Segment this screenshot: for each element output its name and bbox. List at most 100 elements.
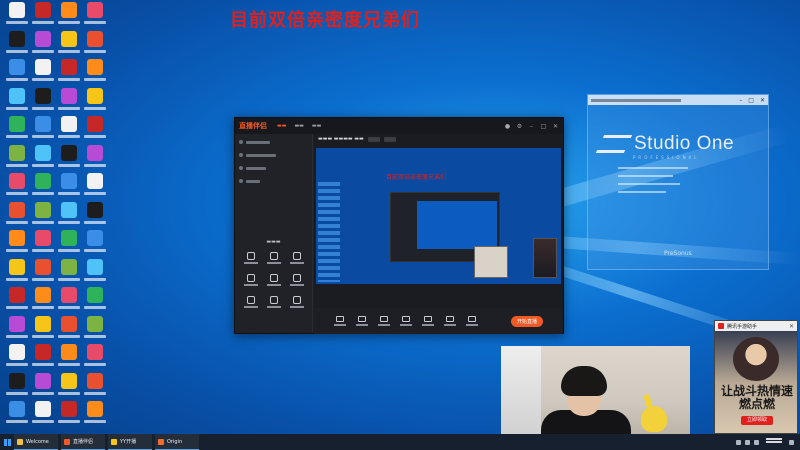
taskbar-item[interactable]: YY开播 [108,434,152,450]
desktop-shortcut-icon[interactable] [82,401,108,431]
eye-icon[interactable] [239,179,243,183]
clock[interactable] [763,437,785,447]
desktop-shortcut-icon[interactable] [56,30,82,61]
desktop-shortcut-icon[interactable] [82,201,108,232]
desktop-shortcut-icon[interactable] [82,372,108,403]
desktop-shortcut-icon[interactable] [82,173,108,203]
toolbar-button[interactable] [422,316,434,326]
desktop-shortcut-icon[interactable] [82,230,108,260]
toolbar-button[interactable] [378,316,390,326]
tool-button[interactable] [262,252,285,264]
desktop-shortcut-icon[interactable] [82,144,108,175]
tool-button[interactable] [239,296,262,308]
tool-button[interactable] [262,296,285,308]
live-preview[interactable]: 目前双倍亲密度兄弟们 [316,148,561,284]
avatar-icon[interactable]: ● [504,123,511,130]
desktop-shortcut-icon[interactable] [30,87,56,118]
desktop-shortcut-icon[interactable] [56,87,82,118]
tab-source[interactable]: ▬▬ [294,123,303,129]
desktop-shortcut-icon[interactable] [4,59,30,89]
desktop-shortcut-icon[interactable] [82,315,108,346]
title-chip[interactable] [367,136,380,142]
desktop-shortcut-icon[interactable] [30,372,56,403]
close-icon[interactable]: ✕ [789,323,794,330]
desktop-shortcut-icon[interactable] [30,116,56,146]
close-icon[interactable]: ✕ [552,123,559,130]
tool-button[interactable] [239,274,262,286]
desktop-shortcut-icon[interactable] [30,258,56,289]
volume-icon[interactable] [745,439,750,445]
desktop-shortcut-icon[interactable] [4,87,30,118]
desktop-shortcut-icon[interactable] [56,230,82,260]
start-button[interactable] [0,434,14,450]
desktop-shortcut-icon[interactable] [82,258,108,289]
desktop-shortcut-icon[interactable] [30,2,56,32]
go-live-button[interactable]: 开始直播 [510,315,543,327]
title-chip[interactable] [383,136,396,142]
desktop-shortcut-icon[interactable] [82,116,108,146]
desktop-shortcut-icon[interactable] [4,287,30,317]
desktop-shortcut-icon[interactable] [30,59,56,89]
toolbar-button[interactable] [356,316,368,326]
desktop-shortcut-icon[interactable] [4,2,30,32]
desktop-shortcut-icon[interactable] [82,87,108,118]
desktop-shortcut-icon[interactable] [56,372,82,403]
desktop-shortcut-icon[interactable] [30,230,56,260]
minimize-icon[interactable]: – [739,97,742,104]
desktop-shortcut-icon[interactable] [56,144,82,175]
minimize-icon[interactable]: – [528,123,535,130]
desktop-shortcut-icon[interactable] [30,401,56,431]
desktop-shortcut-icon[interactable] [4,201,30,232]
desktop-shortcut-icon[interactable] [30,315,56,346]
taskbar-item[interactable]: Origin [155,434,199,450]
toolbar-button[interactable] [466,316,478,326]
desktop-shortcut-icon[interactable] [56,287,82,317]
desktop-shortcut-icon[interactable] [82,30,108,61]
network-icon[interactable] [736,439,741,445]
desktop-shortcut-icon[interactable] [56,173,82,203]
scene-item[interactable] [239,137,308,147]
settings-icon[interactable]: ⚙ [516,123,523,130]
desktop-shortcut-icon[interactable] [30,287,56,317]
eye-icon[interactable] [239,166,243,170]
tool-button[interactable] [285,274,308,286]
desktop-shortcut-icon[interactable] [4,116,30,146]
taskbar-item[interactable]: Welcome [14,434,58,450]
desktop-shortcut-icon[interactable] [56,116,82,146]
toolbar-button[interactable] [334,316,346,326]
desktop-shortcut-icon[interactable] [4,372,30,403]
desktop-shortcut-icon[interactable] [30,344,56,374]
scene-item[interactable] [239,150,308,160]
tool-button[interactable] [262,274,285,286]
desktop-shortcut-icon[interactable] [4,315,30,346]
desktop-shortcut-icon[interactable] [56,258,82,289]
desktop-shortcut-icon[interactable] [4,344,30,374]
desktop-shortcut-icon[interactable] [4,173,30,203]
desktop-shortcut-icon[interactable] [56,201,82,232]
scene-item[interactable] [239,163,308,173]
desktop-shortcut-icon[interactable] [30,173,56,203]
desktop-shortcut-icon[interactable] [56,344,82,374]
tool-button[interactable] [285,252,308,264]
desktop-shortcut-icon[interactable] [4,401,30,431]
desktop-shortcut-icon[interactable] [30,30,56,61]
desktop-shortcut-icon[interactable] [4,144,30,175]
eye-icon[interactable] [239,153,243,157]
tool-button[interactable] [285,296,308,308]
desktop-shortcut-icon[interactable] [82,344,108,374]
scene-item[interactable] [239,176,308,186]
taskbar-item[interactable]: 直播伴侣 [61,434,105,450]
desktop-shortcut-icon[interactable] [82,2,108,32]
toolbar-button[interactable] [444,316,456,326]
desktop-shortcut-icon[interactable] [30,144,56,175]
ad-cta-button[interactable]: 立即领取 [741,416,773,425]
notification-icon[interactable] [789,439,794,445]
tool-button[interactable] [239,252,262,264]
desktop-shortcut-icon[interactable] [4,258,30,289]
desktop-shortcut-icon[interactable] [56,59,82,89]
tab-other[interactable]: ▬▬ [312,123,321,129]
desktop-shortcut-icon[interactable] [56,2,82,32]
close-icon[interactable]: ✕ [760,97,765,104]
ime-icon[interactable] [754,439,759,445]
toolbar-button[interactable] [400,316,412,326]
